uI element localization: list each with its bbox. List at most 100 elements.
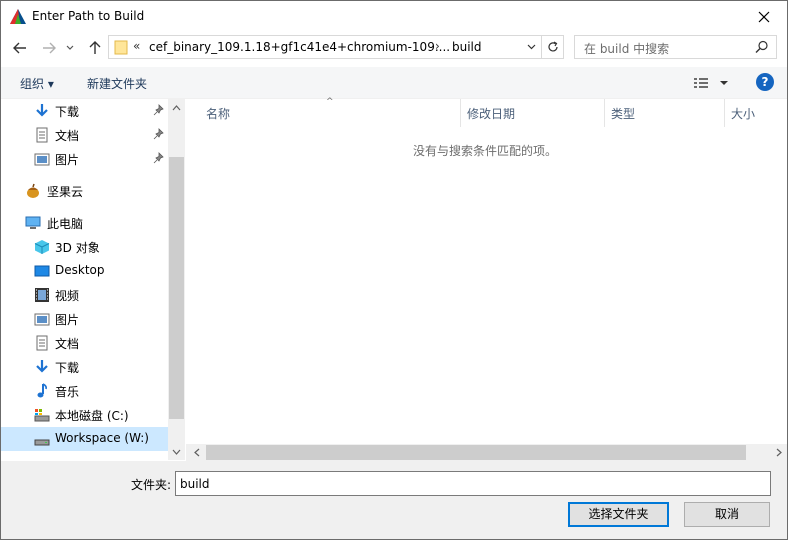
- picture-icon: [34, 153, 50, 166]
- folder-icon: [114, 40, 128, 55]
- folder-name-input[interactable]: [175, 471, 771, 496]
- sidebar-item-label: 音乐: [55, 385, 80, 399]
- chevron-up-icon: [172, 104, 181, 110]
- sidebar-item-label: 下载: [55, 105, 80, 119]
- sidebar-item-videos[interactable]: 视频: [1, 283, 168, 307]
- navigation-pane-scrollbar[interactable]: [168, 99, 185, 460]
- sidebar-item-quick-downloads[interactable]: 下载: [1, 99, 168, 123]
- column-header-date-modified[interactable]: 修改日期: [461, 99, 605, 127]
- search-placeholder[interactable]: 在 build 中搜索: [584, 40, 669, 57]
- window-title: Enter Path to Build: [32, 9, 145, 23]
- file-list-pane: ^ 名称 修改日期 类型 大小 没有与搜索条件匹配的项。: [186, 97, 787, 444]
- refresh-icon: [547, 41, 558, 52]
- sidebar-item-label: Desktop: [55, 263, 105, 277]
- cancel-button[interactable]: 取消: [684, 502, 770, 527]
- sidebar-item-quick-documents[interactable]: 文档: [1, 123, 168, 147]
- column-header-label: 修改日期: [467, 107, 516, 121]
- pin-icon[interactable]: [153, 152, 165, 164]
- sidebar-item-music[interactable]: 音乐: [1, 379, 168, 403]
- sidebar-item-label: 坚果云: [47, 185, 84, 199]
- chevron-right-icon: [776, 448, 782, 457]
- dialog-footer: 文件夹: 选择文件夹 取消: [1, 461, 787, 539]
- file-dialog-window: Enter Path to Build « cef_binary_109.1.1…: [0, 0, 788, 540]
- column-header-label: 名称: [206, 107, 231, 121]
- refresh-button[interactable]: [541, 36, 563, 58]
- organize-menu[interactable]: 组织 ▾: [20, 75, 54, 92]
- sidebar-item-3d-objects[interactable]: 3D 对象: [1, 235, 168, 259]
- music-icon: [37, 383, 47, 398]
- address-overflow-chevron[interactable]: «: [133, 39, 140, 53]
- chevron-down-icon: [66, 45, 74, 50]
- view-options-icon[interactable]: [693, 75, 733, 91]
- sidebar-item-label: 文档: [55, 337, 80, 351]
- scroll-up-button[interactable]: [168, 99, 185, 116]
- help-icon: ?: [761, 75, 769, 89]
- navigation-pane: 下载 文档 图片 坚果云 此电脑 3D 对象 Desktop 视频 图片 文档 …: [1, 99, 184, 460]
- address-separator[interactable]: ›: [435, 39, 440, 53]
- sidebar-item-this-pc[interactable]: 此电脑: [1, 211, 168, 235]
- chevron-down-icon: [527, 44, 536, 50]
- command-toolbar: 组织 ▾ 新建文件夹 ?: [1, 67, 787, 99]
- back-button[interactable]: [10, 38, 30, 58]
- title-bar: Enter Path to Build: [1, 1, 787, 32]
- chevron-left-icon: [193, 448, 199, 457]
- sidebar-item-quick-pictures[interactable]: 图片: [1, 147, 168, 171]
- sidebar-item-label: 本地磁盘 (C:): [55, 409, 129, 423]
- sidebar-item-desktop[interactable]: Desktop: [1, 259, 168, 283]
- help-button[interactable]: ?: [756, 73, 774, 91]
- arrow-up-icon: [89, 41, 101, 54]
- recent-locations-button[interactable]: [63, 38, 77, 58]
- chevron-down-icon: [172, 449, 181, 455]
- sidebar-item-label: 视频: [55, 289, 80, 303]
- video-icon: [35, 288, 49, 302]
- pin-icon[interactable]: [153, 104, 165, 116]
- document-icon: [36, 335, 48, 351]
- sidebar-item-label: Workspace (W:): [55, 431, 149, 445]
- up-button[interactable]: [85, 38, 105, 58]
- close-button[interactable]: [741, 1, 787, 32]
- column-header-label: 类型: [611, 107, 636, 121]
- pin-icon[interactable]: [153, 128, 165, 140]
- scroll-down-button[interactable]: [168, 443, 185, 460]
- sidebar-item-workspace-w[interactable]: Workspace (W:): [1, 427, 168, 451]
- sidebar-item-label: 图片: [55, 153, 80, 167]
- drive-icon: [34, 439, 50, 446]
- sidebar-item-label: 下载: [55, 361, 80, 375]
- sidebar-item-downloads[interactable]: 下载: [1, 355, 168, 379]
- column-header-size[interactable]: 大小: [725, 99, 787, 127]
- address-current-segment[interactable]: build: [452, 40, 482, 54]
- select-folder-button[interactable]: 选择文件夹: [568, 502, 669, 527]
- folder-field-label: 文件夹:: [131, 478, 172, 492]
- cmake-app-icon: [10, 9, 26, 24]
- document-icon: [36, 127, 48, 143]
- search-box[interactable]: 在 build 中搜索: [574, 35, 777, 59]
- 3d-objects-icon: [34, 240, 50, 254]
- sidebar-item-documents[interactable]: 文档: [1, 331, 168, 355]
- download-arrow-icon: [36, 104, 48, 117]
- column-header-type[interactable]: 类型: [605, 99, 725, 127]
- scroll-left-button[interactable]: [188, 444, 205, 461]
- sidebar-item-pictures[interactable]: 图片: [1, 307, 168, 331]
- scroll-right-button[interactable]: [770, 444, 787, 461]
- search-icon[interactable]: [755, 40, 769, 54]
- sidebar-item-label: 此电脑: [47, 217, 84, 231]
- address-path-segment[interactable]: cef_binary_109.1.18+gf1c41e4+chromium-10…: [149, 40, 450, 54]
- sidebar-item-label: 3D 对象: [55, 241, 100, 255]
- address-dropdown-button[interactable]: [521, 36, 541, 58]
- file-list-horizontal-scrollbar[interactable]: [186, 444, 787, 461]
- sidebar-item-local-disk-c[interactable]: 本地磁盘 (C:): [1, 403, 168, 427]
- sidebar-item-nutstore[interactable]: 坚果云: [1, 179, 168, 203]
- forward-button[interactable]: [39, 38, 59, 58]
- address-bar[interactable]: « cef_binary_109.1.18+gf1c41e4+chromium-…: [108, 35, 564, 59]
- scrollbar-thumb[interactable]: [206, 445, 746, 460]
- scrollbar-thumb[interactable]: [169, 157, 184, 419]
- column-header-name[interactable]: ^ 名称: [186, 97, 461, 127]
- nutstore-icon: [27, 183, 39, 198]
- sidebar-item-label: 文档: [55, 129, 80, 143]
- sidebar-item-label: 图片: [55, 313, 80, 327]
- new-folder-button[interactable]: 新建文件夹: [87, 75, 147, 92]
- empty-result-message: 没有与搜索条件匹配的项。: [412, 144, 557, 158]
- computer-icon: [25, 216, 41, 229]
- close-icon: [758, 11, 770, 22]
- picture-icon: [34, 313, 50, 326]
